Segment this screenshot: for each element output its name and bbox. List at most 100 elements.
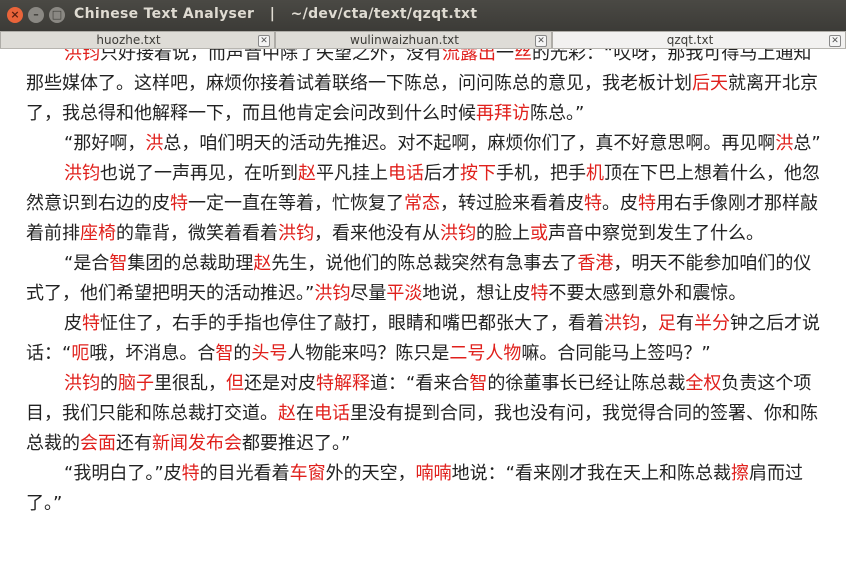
highlighted-word[interactable]: 洪钧: [64, 163, 100, 184]
highlighted-word[interactable]: 丝: [514, 49, 532, 64]
highlighted-word[interactable]: 香港: [577, 253, 613, 274]
tab-label: wulinwaizhuan.txt: [350, 33, 459, 47]
tab-wulinwaizhuan[interactable]: wulinwaizhuan.txt ✕: [275, 31, 552, 48]
text-run: 的靠背，微笑着看着: [116, 223, 278, 244]
highlighted-word[interactable]: 智: [109, 253, 127, 274]
text-run: 的目光看着: [199, 463, 290, 484]
close-tab-icon[interactable]: ✕: [535, 35, 547, 47]
highlighted-word[interactable]: 常态: [404, 193, 440, 214]
highlighted-word[interactable]: 特: [584, 193, 602, 214]
text-run: 后才: [424, 163, 460, 184]
highlighted-word[interactable]: 车窗: [290, 463, 326, 484]
text-run: 人物能来吗？陈只是: [287, 343, 450, 364]
tab-bar: huozhe.txt ✕ wulinwaizhuan.txt ✕ qzqt.tx…: [0, 31, 846, 49]
text-run: 在: [296, 403, 314, 424]
highlighted-word[interactable]: 会面: [80, 433, 116, 454]
highlighted-word[interactable]: 赵: [298, 163, 316, 184]
text-run: 怔住了，右手的手指也停住了敲打，眼睛和嘴巴都张大了，看着: [100, 313, 604, 334]
highlighted-word[interactable]: 脑子: [118, 373, 154, 394]
paragraph: 洪钧只好接着说，而声音中除了失望之外，没有流露出一丝的光彩：“哎呀，那我可得马上…: [26, 49, 826, 129]
text-run: “那好啊，: [64, 133, 146, 154]
close-tab-icon[interactable]: ✕: [829, 35, 841, 47]
highlighted-word[interactable]: 机: [586, 163, 604, 184]
highlighted-word[interactable]: 喃喃: [416, 463, 452, 484]
highlighted-word[interactable]: 新闻发布会: [152, 433, 242, 454]
text-run: 一定一直在等着，忙恢复了: [188, 193, 404, 214]
highlighted-word[interactable]: 再拜访: [476, 103, 530, 124]
highlighted-word[interactable]: 平淡: [386, 283, 422, 304]
highlighted-word[interactable]: 二号人物: [449, 343, 521, 364]
highlighted-word[interactable]: 全权: [685, 373, 721, 394]
highlighted-word[interactable]: 头号: [251, 343, 287, 364]
close-window-button[interactable]: ×: [7, 7, 23, 23]
text-run: 手机，把手: [496, 163, 586, 184]
highlighted-word[interactable]: 足: [658, 313, 676, 334]
text-run: 。皮: [602, 193, 638, 214]
tab-qzqt[interactable]: qzqt.txt ✕: [552, 31, 846, 48]
highlighted-word[interactable]: 特解释: [316, 373, 370, 394]
text-run: 尽量: [350, 283, 387, 304]
highlighted-word[interactable]: 赵: [278, 403, 296, 424]
text-run: 还有: [116, 433, 152, 454]
highlighted-word[interactable]: 后天: [692, 73, 728, 94]
text-run: 总，咱们明天的活动先推迟。对不起啊，麻烦你们了，真不好意思啊。再见啊: [163, 133, 776, 154]
text-run: 只好接着说，而声音中除了失望之外，没有: [100, 49, 442, 64]
paragraph: “是合智集团的总裁助理赵先生，说他们的陈总裁突然有急事去了香港，明天不能参加咱们…: [26, 249, 826, 309]
highlighted-word[interactable]: 洪钧: [314, 283, 350, 304]
text-run: ，: [640, 313, 658, 334]
highlighted-word[interactable]: 按下: [460, 163, 496, 184]
highlighted-word[interactable]: 特: [170, 193, 188, 214]
highlighted-word[interactable]: 或: [530, 223, 548, 244]
highlighted-word[interactable]: 洪: [145, 133, 163, 154]
text-run: “是合: [64, 253, 110, 274]
highlighted-word[interactable]: 特: [182, 463, 200, 484]
highlighted-word[interactable]: 智: [215, 343, 233, 364]
tab-label: qzqt.txt: [666, 33, 714, 47]
highlighted-word[interactable]: 擦: [731, 463, 749, 484]
highlighted-word[interactable]: 特: [82, 313, 100, 334]
tab-label: huozhe.txt: [96, 33, 161, 47]
highlighted-word[interactable]: 特: [530, 283, 548, 304]
text-run: 一: [496, 49, 514, 64]
highlighted-word[interactable]: 洪钧: [64, 373, 100, 394]
text-run: 哦，坏消息。合: [89, 343, 216, 364]
highlighted-word[interactable]: 洪钧: [440, 223, 476, 244]
highlighted-word[interactable]: 呃: [71, 343, 89, 364]
text-run: 先生，说他们的陈总裁突然有急事去了: [271, 253, 578, 274]
text-run: 声音中察觉到发生了什么。: [548, 223, 764, 244]
paragraph: 洪钧也说了一声再见，在听到赵平凡挂上电话后才按下手机，把手机顶在下巴上想着什么，…: [26, 159, 826, 249]
text-run: 的: [233, 343, 252, 364]
text-run: 外的天空，: [325, 463, 416, 484]
highlighted-word[interactable]: 电话: [388, 163, 424, 184]
highlighted-word[interactable]: 洪钧: [604, 313, 640, 334]
minimize-window-button[interactable]: –: [28, 7, 44, 23]
highlighted-word[interactable]: 特: [638, 193, 656, 214]
highlighted-word[interactable]: 洪钧: [278, 223, 314, 244]
text-run: 的脸上: [476, 223, 530, 244]
text-run: 道：“看来合: [370, 373, 470, 394]
title-bar: × – □ Chinese Text Analyser | ~/dev/cta/…: [0, 0, 846, 31]
highlighted-word[interactable]: 半分: [694, 313, 730, 334]
highlighted-word[interactable]: 电话: [314, 403, 350, 424]
highlighted-word[interactable]: 但: [226, 373, 244, 394]
text-run: 嘛。合同能马上签吗？”: [521, 343, 711, 364]
highlighted-word[interactable]: 座椅: [80, 223, 116, 244]
text-run: 平凡挂上: [316, 163, 388, 184]
paragraph: “我明白了。”皮特的目光看着车窗外的天空，喃喃地说：“看来刚才我在天上和陈总裁擦…: [26, 459, 826, 519]
highlighted-word[interactable]: 洪: [775, 133, 793, 154]
close-tab-icon[interactable]: ✕: [258, 35, 270, 47]
paragraph: “那好啊，洪总，咱们明天的活动先推迟。对不起啊，麻烦你们了，真不好意思啊。再见啊…: [26, 129, 826, 159]
maximize-window-button[interactable]: □: [49, 7, 65, 23]
text-run: 地说，想让皮: [422, 283, 531, 304]
highlighted-word[interactable]: 智: [469, 373, 487, 394]
highlighted-word[interactable]: 洪钧: [64, 49, 100, 64]
tab-huozhe[interactable]: huozhe.txt ✕: [0, 31, 275, 48]
text-run: 不要太感到意外和震惊。: [548, 283, 747, 304]
text-run: 也说了一声再见，在听到: [100, 163, 298, 184]
text-run: 地说：“看来刚才我在天上和陈总裁: [451, 463, 731, 484]
text-editor[interactable]: 洪钧只好接着说，而声音中除了失望之外，没有流露出一丝的光彩：“哎呀，那我可得马上…: [0, 49, 846, 568]
paragraph: 皮特怔住了，右手的手指也停住了敲打，眼睛和嘴巴都张大了，看着洪钧，足有半分钟之后…: [26, 309, 826, 369]
highlighted-word[interactable]: 流露出: [442, 49, 496, 64]
highlighted-word[interactable]: 赵: [253, 253, 271, 274]
text-run: 的: [100, 373, 118, 394]
